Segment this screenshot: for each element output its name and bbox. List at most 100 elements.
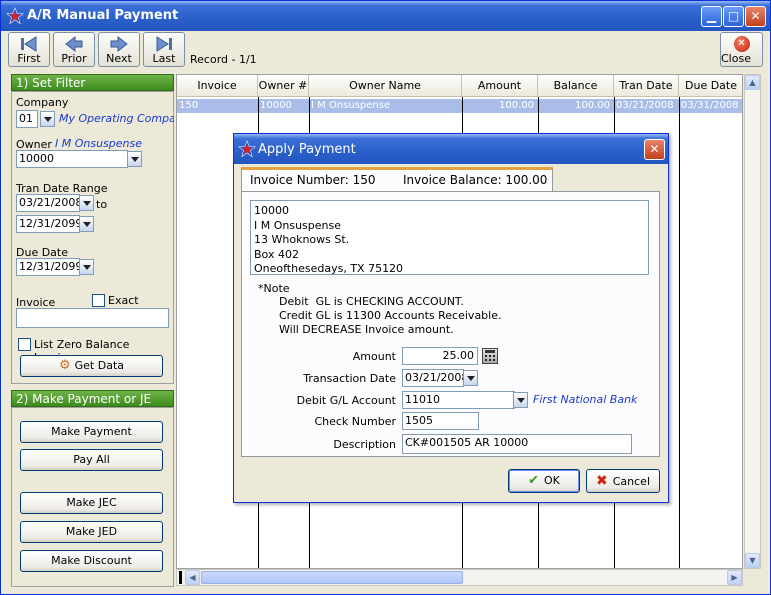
tab-page: 10000 I M Onsuspense 13 Whoknows St. Box…	[241, 191, 660, 457]
amount-field[interactable]: 25.00	[402, 347, 478, 365]
tran-date-from-field[interactable]: 03/21/2008	[16, 194, 80, 212]
col-due-date[interactable]: Due Date	[679, 75, 742, 97]
transaction-date-field[interactable]: 03/21/2008	[402, 369, 464, 387]
transaction-date-dropdown[interactable]	[463, 370, 478, 386]
window-close-button[interactable]: ✕	[745, 6, 766, 27]
col-amount[interactable]: Amount	[462, 75, 538, 97]
last-icon	[156, 36, 172, 52]
close-label: Close	[721, 52, 751, 65]
list-zero-balance-checkbox[interactable]	[18, 338, 31, 351]
get-data-label: Get Data	[74, 359, 125, 372]
last-button[interactable]: Last	[143, 32, 185, 67]
to-label: to	[96, 198, 108, 211]
amount-label: Amount	[352, 350, 396, 363]
dialog-close-button[interactable]: ✕	[644, 139, 665, 160]
prior-label: Prior	[61, 52, 87, 65]
check-number-field[interactable]: 1505	[402, 412, 479, 430]
address-line: 10000	[254, 204, 289, 217]
arrow-left-icon: ◀	[189, 573, 196, 582]
star-app-icon	[238, 140, 256, 158]
make-jec-button[interactable]: Make JEC	[20, 492, 163, 514]
calculator-button[interactable]	[482, 348, 498, 364]
make-payment-button[interactable]: Make Payment	[20, 421, 163, 443]
due-date-dropdown[interactable]	[79, 259, 94, 275]
exact-match-checkbox[interactable]	[92, 294, 105, 307]
debit-gl-label: Debit G/L Account	[296, 394, 396, 407]
scroll-left-button[interactable]: ◀	[185, 570, 200, 585]
owner-field[interactable]: 10000	[16, 150, 128, 168]
tran-date-to-dropdown[interactable]	[79, 216, 94, 232]
cancel-label: Cancel	[612, 475, 650, 488]
transaction-date-label: Transaction Date	[303, 372, 396, 385]
invoice-field[interactable]	[16, 308, 169, 328]
pay-all-button[interactable]: Pay All	[20, 449, 163, 471]
company-dropdown[interactable]	[40, 111, 55, 127]
scroll-up-button[interactable]: ▲	[745, 75, 760, 90]
col-balance[interactable]: Balance	[538, 75, 614, 97]
check-number-label: Check Number	[314, 415, 396, 428]
maximize-button[interactable]: □	[723, 6, 744, 27]
first-icon	[21, 36, 37, 52]
minimize-icon: ▁	[706, 9, 717, 23]
note-line-decrease: Will DECREASE Invoice amount.	[279, 323, 454, 336]
dialog-title: Apply Payment	[258, 142, 356, 157]
make-discount-button[interactable]: Make Discount	[20, 550, 163, 572]
debit-gl-field[interactable]: 11010	[402, 391, 515, 409]
minimize-button[interactable]: ▁	[701, 6, 722, 27]
tran-date-from-dropdown[interactable]	[79, 195, 94, 211]
invoice-number-text: Invoice Number: 150	[250, 173, 376, 187]
gear-icon: ⚙	[58, 358, 71, 373]
first-label: First	[17, 52, 41, 65]
make-payment-header: 2) Make Payment or JE	[11, 390, 174, 407]
note-line-debit: Debit GL is CHECKING ACCOUNT.	[279, 295, 464, 308]
tab-invoice-info[interactable]: Invoice Number: 150 Invoice Balance: 100…	[241, 167, 553, 192]
horizontal-scrollbar[interactable]: ◀ ▶	[176, 569, 743, 586]
cell-tran-date: 03/21/2008	[616, 100, 674, 111]
col-owner-name[interactable]: Owner Name	[309, 75, 462, 97]
note-line-credit: Credit GL is 11300 Accounts Receivable.	[279, 309, 502, 322]
vertical-scrollbar[interactable]: ▲ ▼	[744, 74, 761, 569]
cancel-x-icon: ✖	[596, 473, 608, 489]
address-box: 10000 I M Onsuspense 13 Whoknows St. Box…	[250, 200, 649, 275]
due-date-field[interactable]: 12/31/2099	[16, 258, 80, 276]
scroll-thumb[interactable]	[201, 571, 463, 584]
dialog-title-bar: Apply Payment ✕	[234, 134, 668, 164]
cell-owner-name: I M Onsuspense	[311, 100, 391, 111]
prior-icon	[65, 36, 83, 52]
next-button[interactable]: Next	[98, 32, 140, 67]
column-divider	[679, 97, 680, 568]
cancel-button[interactable]: ✖ Cancel	[586, 469, 660, 493]
checkmark-icon: ✔	[528, 473, 540, 488]
company-label: Company	[16, 96, 69, 109]
close-circle-icon: ✕	[733, 36, 750, 52]
table-row[interactable]: 150 10000 I M Onsuspense 100.00 100.00 0…	[177, 99, 742, 113]
prior-button[interactable]: Prior	[53, 32, 95, 67]
debit-gl-dropdown[interactable]	[513, 392, 528, 408]
invoice-balance-text: Invoice Balance: 100.00	[403, 173, 548, 187]
ok-button[interactable]: ✔ OK	[508, 469, 580, 493]
debit-gl-name: First National Bank	[533, 393, 638, 406]
company-field[interactable]: 01	[16, 110, 38, 128]
get-data-button[interactable]: ⚙ Get Data	[20, 355, 163, 377]
tran-date-to-field[interactable]: 12/31/2099	[16, 215, 80, 233]
scroll-position-marker	[179, 571, 182, 584]
cell-owner-number: 10000	[260, 100, 292, 111]
record-indicator: Record - 1/1	[190, 53, 257, 66]
calculator-icon	[485, 350, 495, 361]
make-jed-button[interactable]: Make JED	[20, 521, 163, 543]
arrow-up-icon: ▲	[749, 78, 756, 87]
close-button[interactable]: ✕ Close	[720, 32, 763, 67]
address-line: Box 402	[254, 247, 299, 261]
scroll-right-button[interactable]: ▶	[727, 570, 742, 585]
owner-dropdown[interactable]	[127, 151, 142, 167]
scroll-down-button[interactable]: ▼	[745, 553, 760, 568]
col-owner-number[interactable]: Owner #	[258, 75, 309, 97]
description-field[interactable]: CK#001505 AR 10000	[402, 434, 632, 454]
first-button[interactable]: First	[8, 32, 50, 67]
last-label: Last	[152, 52, 176, 65]
star-app-icon	[6, 7, 24, 25]
window-title: A/R Manual Payment	[27, 8, 179, 23]
note-title: *Note	[258, 282, 290, 295]
col-tran-date[interactable]: Tran Date	[614, 75, 679, 97]
col-invoice[interactable]: Invoice	[177, 75, 258, 97]
